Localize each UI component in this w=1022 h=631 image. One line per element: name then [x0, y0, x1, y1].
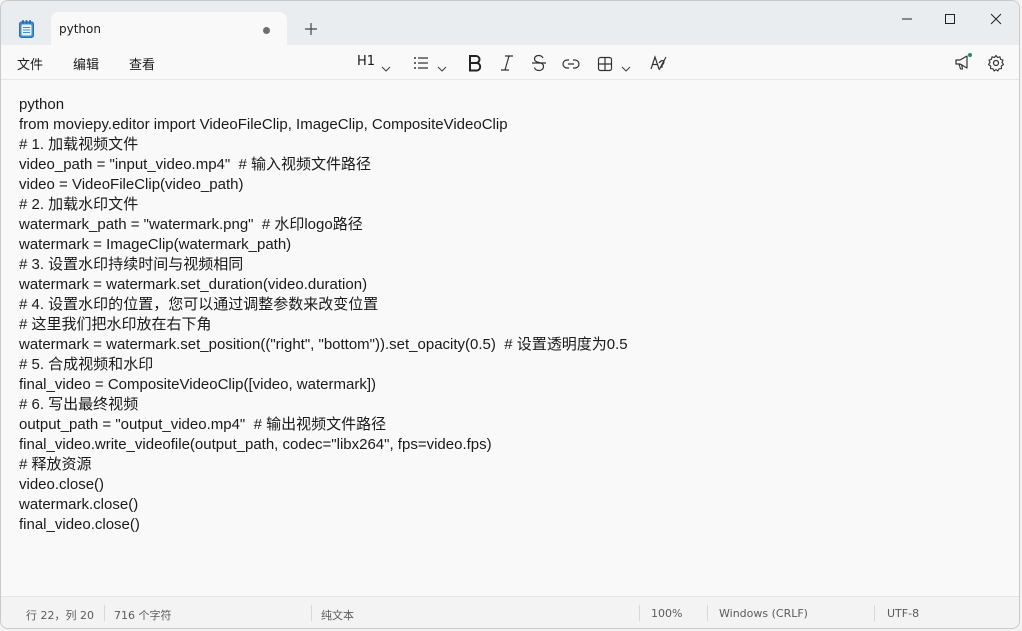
- editor-line[interactable]: # 6. 写出最终视频: [19, 395, 628, 415]
- zoom-level[interactable]: 100%: [651, 607, 682, 620]
- title-bar: python: [1, 1, 1019, 45]
- editor-line[interactable]: watermark = ImageClip(watermark_path): [19, 235, 628, 255]
- editor-line[interactable]: final_video.write_videofile(output_path,…: [19, 435, 628, 455]
- list-icon[interactable]: [412, 53, 430, 73]
- clear-formatting-icon[interactable]: [650, 53, 668, 73]
- editor-line[interactable]: final_video = CompositeVideoClip([video,…: [19, 375, 628, 395]
- character-count: 716 个字符: [114, 609, 172, 622]
- editor-line[interactable]: # 3. 设置水印持续时间与视频相同: [19, 255, 628, 275]
- table-chevron-down-icon[interactable]: [621, 59, 631, 79]
- menu-file[interactable]: 文件: [17, 54, 43, 73]
- link-icon[interactable]: [562, 54, 580, 74]
- editor-line[interactable]: video_path = "input_video.mp4" # 输入视频文件路…: [19, 155, 628, 175]
- status-bar: 行 22，列 20 716 个字符 纯文本 100% Windows (CRLF…: [1, 596, 1019, 628]
- editor-line[interactable]: watermark = watermark.set_position(("rig…: [19, 335, 628, 355]
- editor-line[interactable]: watermark = watermark.set_duration(video…: [19, 275, 628, 295]
- editor-line[interactable]: video.close(): [19, 475, 628, 495]
- status-divider: [874, 605, 875, 621]
- unsaved-indicator-icon[interactable]: [263, 27, 270, 34]
- format-mode[interactable]: 纯文本: [321, 607, 354, 623]
- status-divider: [104, 605, 105, 621]
- settings-gear-icon[interactable]: [987, 53, 1005, 73]
- editor-line[interactable]: # 2. 加载水印文件: [19, 195, 628, 215]
- editor-line[interactable]: watermark.close(): [19, 495, 628, 515]
- editor-line[interactable]: output_path = "output_video.mp4" # 输出视频文…: [19, 415, 628, 435]
- cursor-position[interactable]: 行 22，列 20: [26, 607, 94, 623]
- new-tab-plus-icon[interactable]: [303, 21, 319, 37]
- status-divider: [639, 605, 640, 621]
- announcement-megaphone-icon[interactable]: [953, 52, 973, 72]
- status-divider: [311, 605, 312, 621]
- editor-line[interactable]: final_video.close(): [19, 515, 628, 535]
- menu-edit[interactable]: 编辑: [73, 54, 99, 73]
- minimize-icon[interactable]: [897, 9, 917, 29]
- bold-icon[interactable]: [467, 53, 483, 73]
- editor-line[interactable]: from moviepy.editor import VideoFileClip…: [19, 115, 628, 135]
- editor-line[interactable]: # 1. 加载视频文件: [19, 135, 628, 155]
- text-editor[interactable]: python from moviepy.editor import VideoFi…: [1, 81, 1019, 596]
- status-divider: [707, 605, 708, 621]
- editor-content[interactable]: python from moviepy.editor import VideoFi…: [19, 95, 628, 535]
- menu-view[interactable]: 查看: [129, 54, 155, 73]
- menu-toolbar: 文件 编辑 查看 H1: [1, 45, 1019, 80]
- editor-line[interactable]: # 4. 设置水印的位置，您可以通过调整参数来改变位置: [19, 295, 628, 315]
- editor-line[interactable]: python: [19, 95, 628, 115]
- editor-line[interactable]: # 这里我们把水印放在右下角: [19, 315, 628, 335]
- list-chevron-down-icon[interactable]: [437, 59, 447, 79]
- maximize-icon[interactable]: [940, 9, 960, 29]
- notepad-window: python 文件 编辑 查看 H1 python from moviepy.e…: [0, 0, 1020, 629]
- editor-line[interactable]: video = VideoFileClip(video_path): [19, 175, 628, 195]
- encoding[interactable]: UTF-8: [887, 607, 919, 620]
- editor-line[interactable]: # 释放资源: [19, 455, 628, 475]
- close-icon[interactable]: [986, 9, 1006, 29]
- strikethrough-icon[interactable]: [531, 53, 547, 73]
- notepad-app-icon: [19, 20, 34, 38]
- editor-line[interactable]: # 5. 合成视频和水印: [19, 355, 628, 375]
- table-icon[interactable]: [597, 54, 613, 74]
- tab-python[interactable]: python: [51, 12, 287, 45]
- editor-line[interactable]: watermark_path = "watermark.png" # 水印log…: [19, 215, 628, 235]
- line-ending[interactable]: Windows (CRLF): [719, 607, 808, 620]
- heading-dropdown[interactable]: H1: [357, 54, 375, 69]
- heading-chevron-down-icon[interactable]: [381, 59, 391, 79]
- italic-icon[interactable]: [499, 53, 515, 73]
- tab-title: python: [59, 22, 101, 36]
